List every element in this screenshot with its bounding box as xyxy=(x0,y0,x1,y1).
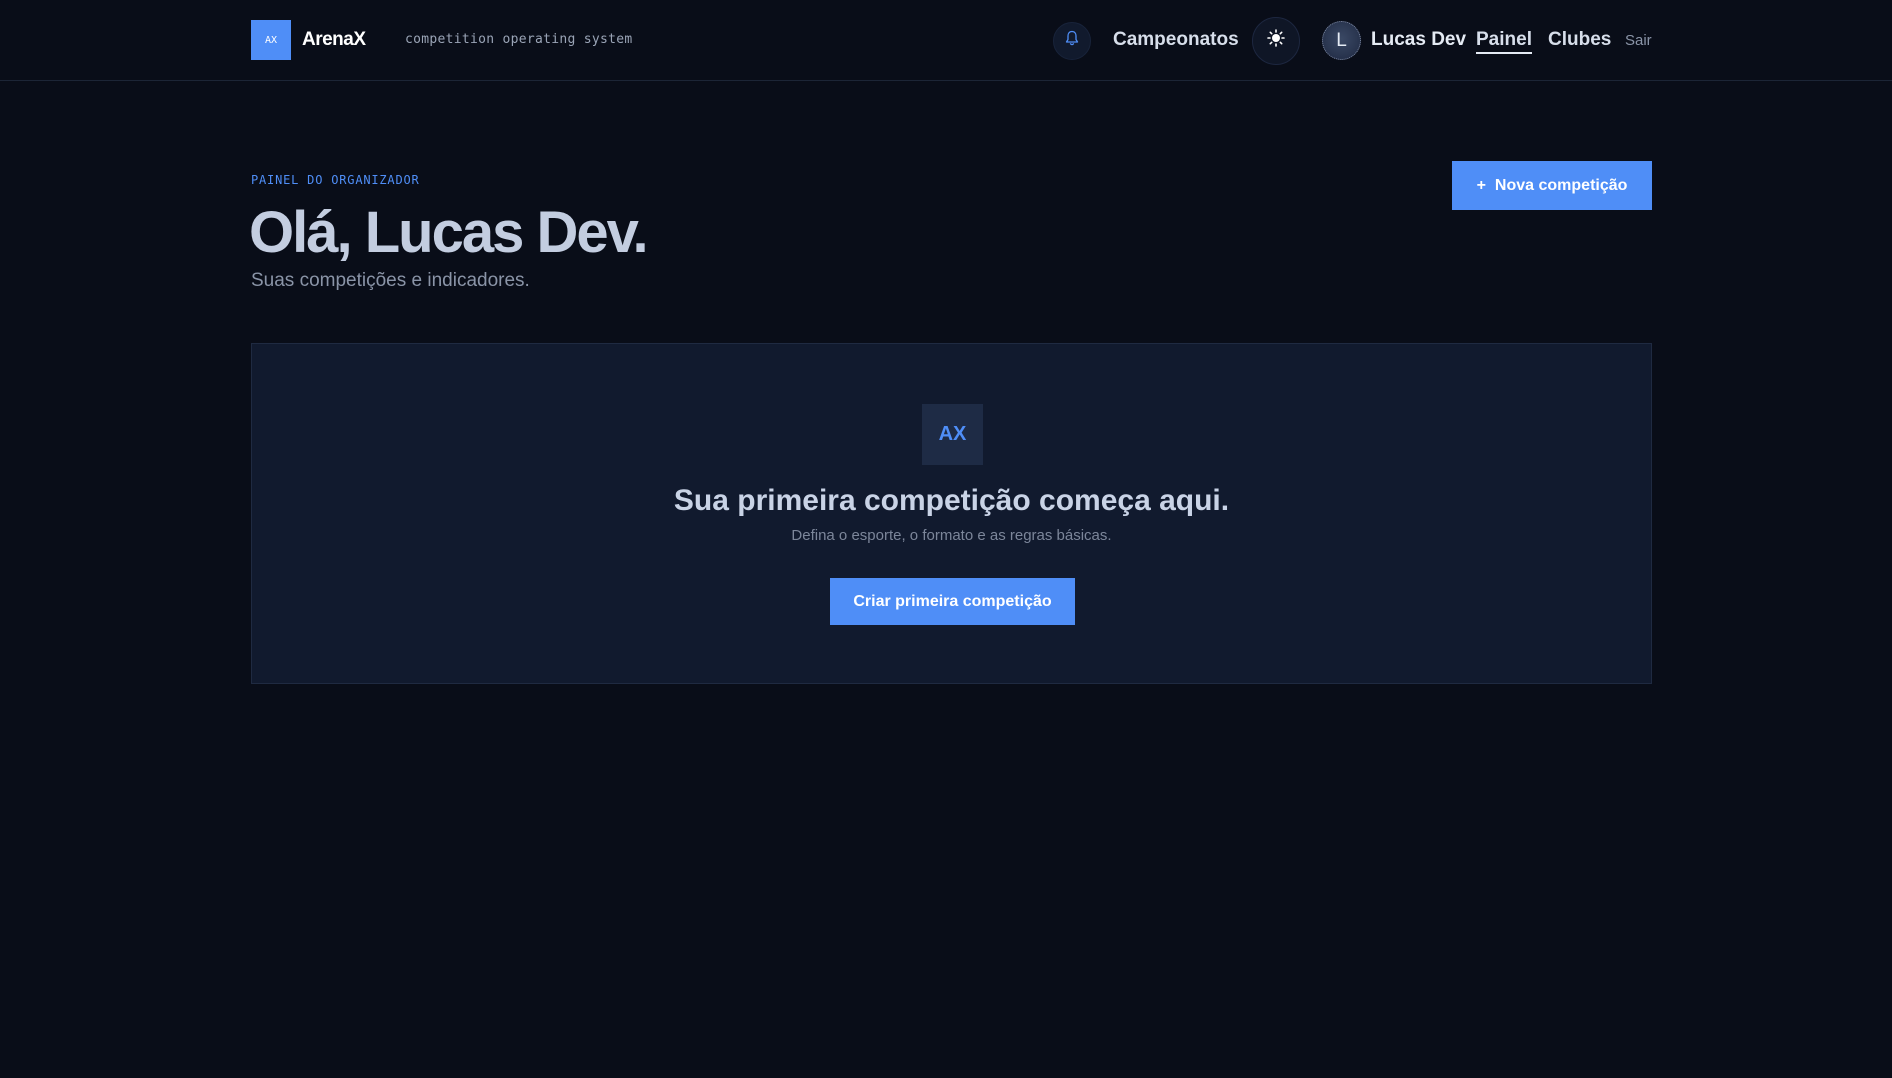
page-title: Olá, Lucas Dev. xyxy=(249,200,649,265)
create-first-competition-button[interactable]: Criar primeira competição xyxy=(830,578,1075,625)
new-competition-label: Nova competição xyxy=(1494,176,1628,194)
top-bar: AX ArenaX competition operating system C… xyxy=(0,0,1892,81)
nav-championships[interactable]: Campeonatos xyxy=(1113,29,1239,51)
nav-panel-label: Painel xyxy=(1476,29,1532,54)
page-subtitle: Suas competições e indicadores. xyxy=(251,270,530,291)
new-competition-button[interactable]: + Nova competição xyxy=(1452,161,1652,210)
section-eyebrow: PAINEL DO ORGANIZADOR xyxy=(251,173,420,187)
nav-panel[interactable]: Painel xyxy=(1476,29,1532,54)
notifications-button[interactable] xyxy=(1053,22,1091,60)
brand-name[interactable]: ArenaX xyxy=(302,29,366,51)
theme-toggle-button[interactable] xyxy=(1252,17,1300,65)
empty-state-title: Sua primeira competição começa aqui. xyxy=(673,484,1230,517)
plus-icon: + xyxy=(1476,176,1486,194)
empty-state-logo: AX xyxy=(922,404,983,465)
brand-tagline: competition operating system xyxy=(405,32,633,47)
sun-icon xyxy=(1267,29,1285,53)
avatar[interactable]: L xyxy=(1322,21,1361,60)
nav-clubs[interactable]: Clubes xyxy=(1548,29,1611,51)
empty-state-card: AX Sua primeira competição começa aqui. … xyxy=(251,343,1652,684)
bell-icon xyxy=(1064,30,1080,52)
user-name[interactable]: Lucas Dev xyxy=(1371,29,1466,51)
logout-link[interactable]: Sair xyxy=(1625,32,1652,49)
logo-mark[interactable]: AX xyxy=(251,20,291,60)
empty-state-description: Defina o esporte, o formato e as regras … xyxy=(791,527,1112,544)
